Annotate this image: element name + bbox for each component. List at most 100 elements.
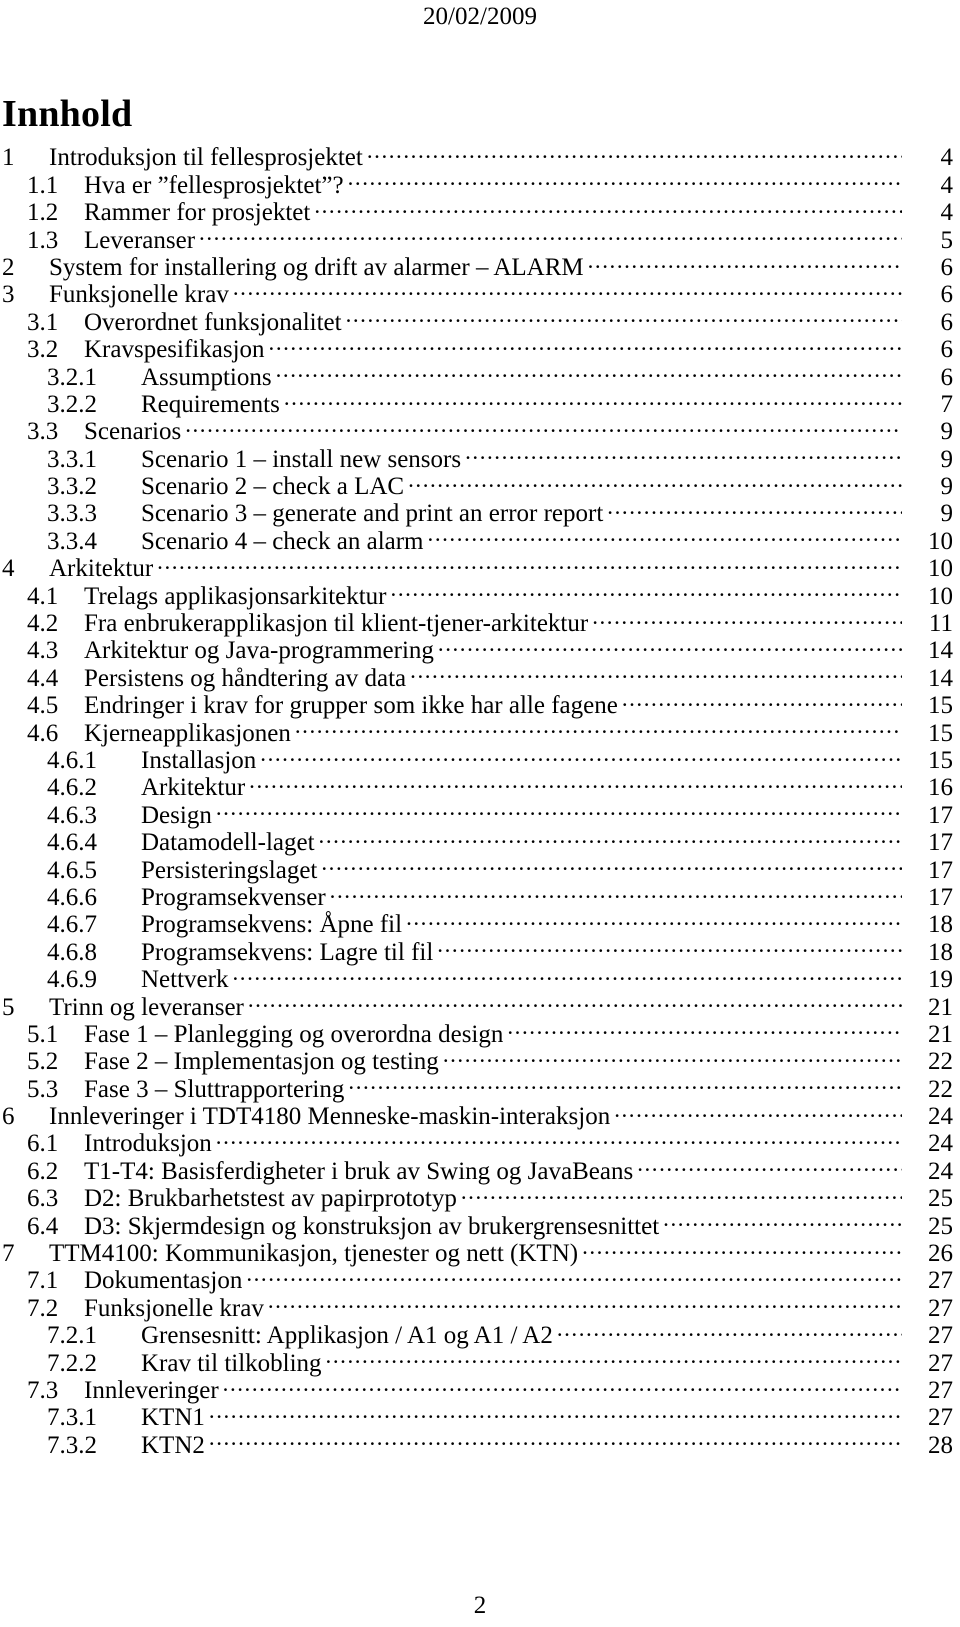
page-number-footer: 2 [473,1592,487,1619]
toc-entry-number: 3.3 [27,418,59,446]
toc-entry-page-number: 24 [928,1157,953,1185]
toc-dot-leader [663,1206,902,1233]
toc-entry-number: 5 [2,993,15,1021]
toc-entry-number: 6.4 [27,1212,59,1240]
toc-dot-leader [284,385,902,412]
toc-entry-number: 4 [2,555,15,583]
toc-dot-leader [406,905,902,932]
toc-dot-leader [346,302,902,329]
toc-entry-number: 2 [2,253,15,281]
toc-entry-page-number: 27 [928,1349,953,1377]
toc-entry-number: 3.2.2 [47,390,97,418]
toc-entry-page-number: 6 [940,363,954,391]
toc-entry-number: 4.6.5 [47,856,97,884]
toc-entry-page-number: 10 [928,582,953,610]
toc-entry-page-number: 24 [928,1130,953,1158]
toc-entry-title: Installasjon [141,746,257,774]
toc-dot-leader [157,549,902,576]
toc-dot-leader [248,987,902,1014]
toc-entry-page-number: 4 [940,144,954,172]
toc-entry-title: Nettverk [141,966,229,994]
toc-dot-leader [465,439,902,466]
toc-entry-number: 5.3 [27,1075,59,1103]
toc-entry-page-number: 14 [928,637,953,665]
toc-entry-number: 7 [2,1240,15,1268]
toc-entry-number: 4.5 [27,692,59,720]
toc-entry-page-number: 27 [928,1404,953,1432]
toc-entry-number: 4.6.8 [47,938,97,966]
toc-dot-leader [443,1042,902,1069]
toc-dot-leader [348,165,902,192]
toc-entry-page-number: 14 [928,664,953,692]
toc-entry-number: 1 [2,144,15,172]
toc-entry-title: Trinn og leveranser [49,993,244,1021]
toc-entry-number: 3.3.1 [47,445,97,473]
toc-entry-page-number: 11 [928,610,953,638]
toc-dot-leader [246,1261,902,1288]
toc-entry-page-number: 4 [940,199,954,227]
toc-entry-number: 1.2 [27,199,59,227]
toc-entry-page-number: 16 [928,774,953,802]
toc-entry-number: 4.6 [27,719,59,747]
toc-dot-leader [582,1234,902,1261]
toc-entry-page-number: 27 [928,1267,953,1295]
toc-entry-page-number: 22 [928,1048,953,1076]
toc-entry-title: Persistens og håndtering av data [84,664,407,692]
toc-entry-page-number: 5 [940,226,954,254]
toc-entry-number: 6 [2,1103,15,1131]
toc-dot-leader [557,1316,902,1343]
toc-entry-page-number: 19 [928,966,953,994]
toc-dot-leader [216,795,902,822]
toc-dot-leader [637,1151,902,1178]
toc-entry-page-number: 27 [928,1376,953,1404]
toc-dot-leader [199,220,902,247]
toc-dot-leader [314,193,902,220]
toc-entry[interactable]: 1 Introduksjon til fellesprosjektet 4 [0,138,960,171]
toc-entry-title: Scenarios [84,418,182,446]
toc-entry-number: 7.3.2 [47,1431,97,1459]
toc-entry-number: 4.1 [27,582,59,610]
toc-entry-number: 4.6.2 [47,774,97,802]
toc-entry-page-number: 15 [928,692,953,720]
toc-entry-title: Funksjonelle krav [84,1294,264,1322]
toc-entry-title: Trelags applikasjonsarkitektur [84,582,387,610]
toc-entry-title: D3: Skjermdesign og konstruksjon av bruk… [84,1212,660,1240]
toc-entry-title: KTN2 [141,1431,205,1459]
toc-entry-number: 3 [2,281,15,309]
toc-entry-page-number: 4 [940,171,954,199]
toc-entry-number: 4.6.4 [47,829,97,857]
toc-entry-page-number: 25 [928,1185,953,1213]
toc-entry-number: 4.4 [27,664,59,692]
toc-entry-number: 4.3 [27,637,59,665]
toc-dot-leader [233,275,902,302]
toc-entry-page-number: 6 [940,308,954,336]
toc-entry-number: 3.3.3 [47,500,97,528]
toc-entry-title: Persisteringslaget [141,856,318,884]
toc-entry-page-number: 27 [928,1294,953,1322]
toc-entry-page-number: 6 [940,281,954,309]
toc-entry-title: Leveranser [84,226,196,254]
toc-dot-leader [326,1343,902,1370]
toc-dot-leader [185,412,902,439]
toc-entry-page-number: 28 [928,1431,953,1459]
toc-entry-page-number: 26 [928,1240,953,1268]
toc-entry-title: Dokumentasjon [84,1267,243,1295]
toc-entry-page-number: 18 [928,911,953,939]
toc-dot-leader [507,1015,902,1042]
toc-entry-title: Arkitektur og Java-programmering [84,637,434,665]
toc-entry-title: Scenario 2 – check a LAC [141,473,405,501]
toc-entry-title: D2: Brukbarhetstest av papirprototyp [84,1185,457,1213]
toc-entry-page-number: 10 [928,555,953,583]
toc-dot-leader [260,741,902,768]
toc-dot-leader [348,1069,902,1096]
toc-entry-number: 7.3 [27,1376,59,1404]
toc-entry-number: 3.1 [27,308,59,336]
toc-dot-leader [408,467,902,494]
toc-entry-number: 4.2 [27,610,59,638]
toc-dot-leader [276,357,902,384]
toc-entry-title: Funksjonelle krav [49,281,229,309]
toc-entry-title: Introduksjon til fellesprosjektet [49,144,363,172]
toc-entry-title: Introduksjon [84,1130,212,1158]
toc-entry-page-number: 6 [940,336,954,364]
toc-entry-title: Hva er ”fellesprosjektet”? [84,171,344,199]
